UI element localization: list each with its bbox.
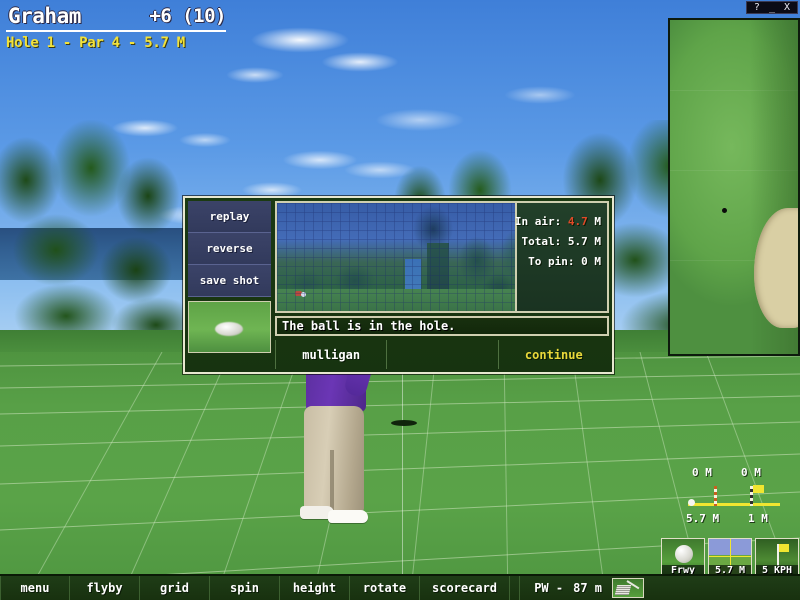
shot-total-label: 5.7 M <box>686 512 720 525</box>
stat-total: Total: 5.7 M <box>522 235 602 248</box>
aim-line <box>402 352 403 582</box>
toolbar-button-menu[interactable]: menu <box>0 576 70 600</box>
stat-in-air-value: 4.7 <box>567 215 588 228</box>
toolbar-spacer <box>510 576 521 600</box>
stat-to-pin-value: 0 <box>581 255 588 268</box>
shot-pin-label: 1 M <box>748 512 768 525</box>
toolbar-button-rotate[interactable]: rotate <box>350 576 420 600</box>
toolbar-button-height[interactable]: height <box>280 576 350 600</box>
tile-distance[interactable]: 5.7 M <box>708 538 752 578</box>
golf-game-window: Graham +6 (10) Hole 1 - Par 4 - 5.7 M ? … <box>0 0 800 600</box>
toolbar-button-spin[interactable]: spin <box>210 576 280 600</box>
golfer-leg-seam <box>330 450 334 512</box>
club-selector[interactable]: PW - 87 m <box>520 576 652 600</box>
shot-distance-bar <box>688 503 780 506</box>
toolbar-right-pad <box>652 576 800 600</box>
help-button[interactable]: ? <box>754 2 760 13</box>
bottom-toolbar: menu flyby grid spin height rotate score… <box>0 574 800 600</box>
shot-stats-panel: In air: 4.7 M Total: 5.7 M To pin: 0 M <box>515 203 607 311</box>
minimize-button[interactable]: _ <box>769 2 775 13</box>
shot-marker-pole <box>714 486 717 506</box>
status-message: The ball is in the hole. <box>275 316 609 336</box>
replay-viewport[interactable] <box>277 203 515 311</box>
green-overhead-map[interactable] <box>668 18 800 356</box>
stat-to-pin-label: To pin: <box>528 255 575 268</box>
toolbar-button-flyby[interactable]: flyby <box>70 576 140 600</box>
replay-button[interactable]: replay <box>188 201 271 233</box>
dialog-side-panel: replay reverse save shot <box>188 201 271 369</box>
toolbar-button-grid[interactable]: grid <box>140 576 210 600</box>
mulligan-button[interactable]: mulligan <box>275 340 388 369</box>
shot-widget-bottom-labels: 5.7 M 1 M <box>686 512 794 528</box>
player-name: Graham <box>8 4 81 28</box>
stat-total-label: Total: <box>521 235 562 248</box>
stat-total-value: 5.7 <box>567 235 588 248</box>
crosshair-horizontal-icon <box>709 556 751 557</box>
shot-result-dialog: replay reverse save shot In air: 4.7 M T… <box>183 196 614 374</box>
golfer-pants <box>304 406 364 512</box>
stat-total-unit: M <box>594 235 601 248</box>
crosshair-vertical-icon <box>730 539 731 567</box>
ball-thumbnail-icon <box>215 322 243 336</box>
reverse-button[interactable]: reverse <box>188 233 271 265</box>
replay-grid-mesh <box>277 203 515 311</box>
shot-flag-icon <box>753 485 764 493</box>
shot-apex-right-label: 0 M <box>741 466 761 479</box>
hole-marker <box>391 420 417 426</box>
save-shot-button[interactable]: save shot <box>188 265 271 297</box>
stat-to-pin: To pin: 0 M <box>528 255 601 268</box>
map-ball-marker <box>722 208 727 213</box>
player-name-row: Graham +6 (10) <box>6 4 226 32</box>
toolbar-button-scorecard[interactable]: scorecard <box>420 576 511 600</box>
tile-lie[interactable]: Frwy <box>661 538 705 578</box>
stat-in-air: In air: 4.7 M <box>515 215 601 228</box>
dialog-main-panel: In air: 4.7 M Total: 5.7 M To pin: 0 M T… <box>275 201 609 369</box>
hole-info: Hole 1 - Par 4 - 5.7 M <box>6 35 185 51</box>
window-controls: ? _ X <box>745 1 798 14</box>
stat-in-air-unit: M <box>594 215 601 228</box>
close-button[interactable]: X <box>784 2 790 13</box>
player-score: +6 (10) <box>149 5 226 27</box>
club-distance: 87 m <box>573 581 602 595</box>
stat-to-pin-unit: M <box>594 255 601 268</box>
shot-ball-icon <box>688 499 695 506</box>
flag-icon <box>779 544 789 552</box>
shot-apex-left-label: 0 M <box>692 466 712 479</box>
golfer-shoe-right <box>328 510 368 523</box>
shot-widget-graphic <box>686 482 794 512</box>
stat-in-air-label: In air: <box>514 215 562 228</box>
continue-button[interactable]: continue <box>499 340 609 369</box>
tile-wind[interactable]: 5 KPH <box>755 538 799 578</box>
club-name: PW - <box>534 581 564 595</box>
shot-widget-top-labels: 0 M 0 M <box>686 466 794 482</box>
ball-thumbnail[interactable] <box>188 301 271 353</box>
dialog-button-blank[interactable] <box>387 340 499 369</box>
tree-line-left <box>0 120 206 360</box>
hud-tiles: Frwy 5.7 M 5 KPH <box>661 538 799 578</box>
golf-club-icon <box>612 578 644 598</box>
player-hud: Graham +6 (10) Hole 1 - Par 4 - 5.7 M <box>6 4 226 51</box>
replay-viewport-row: In air: 4.7 M Total: 5.7 M To pin: 0 M <box>275 201 609 313</box>
shot-trajectory-widget: 0 M 0 M 5.7 M 1 M <box>686 466 794 528</box>
ball-icon <box>675 545 693 563</box>
dialog-button-row: mulligan continue <box>275 340 609 369</box>
